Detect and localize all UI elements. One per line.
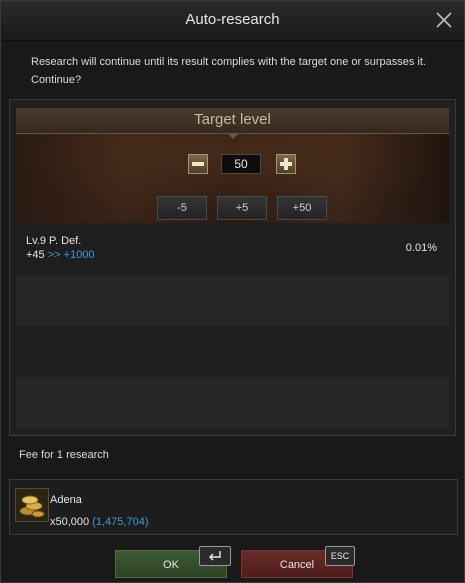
list-item[interactable]: Lv.9 P. Def. +45 >> +1000 0.01% [16,224,449,275]
target-level-input[interactable]: 50 [221,154,261,174]
level-arrow: >> [47,249,61,261]
fee-label: Fee for 1 research [19,449,109,461]
minus-button[interactable] [188,154,208,174]
plus-icon [280,158,292,170]
plus-5-button[interactable]: +5 [217,196,267,220]
adena-coins-icon [15,488,49,522]
fee-amount: x50,000 [50,516,90,528]
empty-list-row [16,326,449,377]
confirmation-message: Research will continue until its result … [31,56,426,86]
target-level-title: Target level [194,111,271,128]
research-panel: Target level 50 -5 +5 +50 Lv.9 P. Def. +… [9,99,456,436]
banner-notch [227,133,239,139]
minus-5-button[interactable]: -5 [157,196,207,220]
fee-amount-line: x50,000 (1,475,704) [50,516,148,528]
plus-button[interactable] [276,154,296,174]
enter-key-icon [199,546,231,566]
current-level: +45 [26,249,45,261]
banner-header: Target level [16,108,449,134]
esc-key-hint: ESC [325,546,355,566]
target-level: +1000 [63,249,95,261]
title-bar: Auto-research [1,1,464,41]
close-icon[interactable] [434,10,454,30]
research-levels: +45 >> +1000 [26,249,95,261]
target-level-stepper: 50 [188,154,298,176]
empty-list-row [16,275,449,326]
plus-50-button[interactable]: +50 [277,196,327,220]
fee-item-name: Adena [50,494,82,506]
empty-list-row [16,377,449,428]
fee-item: Adena x50,000 (1,475,704) [9,479,458,535]
success-chance: 0.01% [405,242,437,254]
research-name: Lv.9 P. Def. [26,235,82,247]
minus-icon [192,162,204,166]
owned-amount: (1,475,704) [92,516,149,528]
auto-research-dialog: Auto-research Research will continue unt… [0,0,465,583]
research-list: Lv.9 P. Def. +45 >> +1000 0.01% [16,224,449,430]
dialog-title: Auto-research [185,11,280,28]
target-level-banner: Target level 50 -5 +5 +50 [16,108,449,223]
